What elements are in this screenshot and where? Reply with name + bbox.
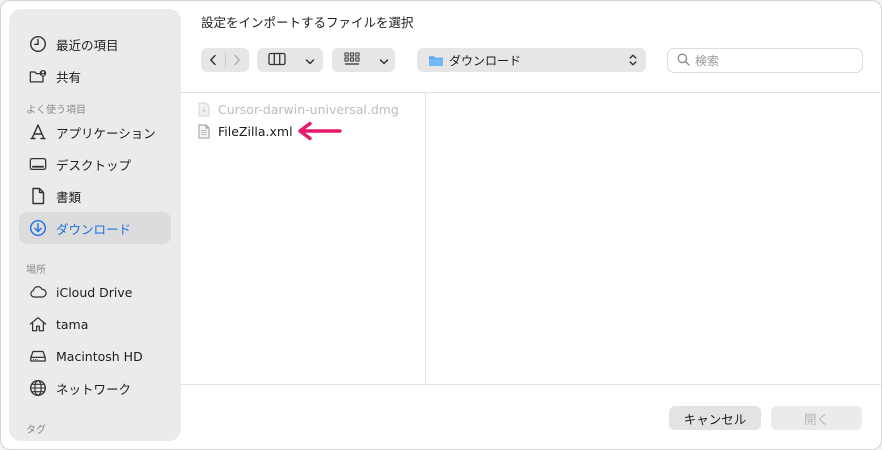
sidebar-item-home[interactable]: tama <box>19 308 171 340</box>
group-view-button[interactable] <box>332 48 395 72</box>
sidebar-item-downloads[interactable]: ダウンロード <box>19 212 171 244</box>
grid-view-icon <box>344 51 360 70</box>
tags-section-header: タグ <box>26 425 46 436</box>
location-label: ダウンロード <box>449 53 522 68</box>
back-button[interactable] <box>201 48 225 72</box>
nav-button-group <box>201 48 249 72</box>
chevron-right-icon <box>233 51 241 70</box>
column-view-icon <box>268 51 286 70</box>
location-popup[interactable]: ダウンロード <box>417 48 646 72</box>
annotation-arrow-icon <box>296 121 342 145</box>
sidebar-item-label: Macintosh HD <box>56 348 143 364</box>
sidebar: 最近の項目 共有 よく使う項目 アプリケーション デスクトップ 書類 ダウンロー… <box>9 9 181 441</box>
favorites-section-header: よく使う項目 <box>26 105 86 116</box>
sidebar-item-label: デスクトップ <box>56 157 132 173</box>
folder-icon <box>428 54 444 67</box>
sidebar-item-network[interactable]: ネットワーク <box>19 372 171 404</box>
sidebar-item-label: アプリケーション <box>56 125 156 141</box>
disk-image-icon <box>197 101 211 117</box>
sidebar-item-icloud-drive[interactable]: iCloud Drive <box>19 276 171 308</box>
file-name: FileZilla.xml <box>218 123 293 139</box>
search-field[interactable] <box>667 48 863 73</box>
sidebar-item-label: iCloud Drive <box>56 284 133 300</box>
file-row-disabled: Cursor-darwin-universal.dmg <box>197 99 399 119</box>
sidebar-item-label: 共有 <box>56 69 82 85</box>
column-view-button[interactable] <box>257 48 323 72</box>
globe-icon <box>29 379 47 397</box>
toolbar-divider <box>181 92 881 93</box>
column-divider <box>425 93 426 384</box>
shared-folder-icon <box>29 67 47 85</box>
footer-divider <box>181 384 881 385</box>
download-icon <box>29 219 47 237</box>
file-name: Cursor-darwin-universal.dmg <box>218 101 399 117</box>
chevron-down-icon <box>305 51 315 70</box>
chevron-down-icon <box>379 51 389 70</box>
sidebar-item-applications[interactable]: アプリケーション <box>19 116 171 148</box>
cloud-icon <box>29 283 47 301</box>
sidebar-item-recents[interactable]: 最近の項目 <box>19 28 171 60</box>
home-icon <box>29 315 47 333</box>
open-button[interactable]: 開く <box>771 406 862 430</box>
search-input[interactable] <box>695 53 855 68</box>
sidebar-item-desktop[interactable]: デスクトップ <box>19 148 171 180</box>
sidebar-item-label: 最近の項目 <box>56 37 119 53</box>
updown-chevron-icon <box>629 53 637 70</box>
sidebar-item-label: ダウンロード <box>56 221 132 237</box>
chevron-left-icon <box>209 51 217 70</box>
sidebar-item-macintosh-hd[interactable]: Macintosh HD <box>19 340 171 372</box>
locations-section-header: 場所 <box>26 265 46 276</box>
file-row[interactable]: FileZilla.xml <box>197 121 293 141</box>
desktop-icon <box>29 155 47 173</box>
dialog-title: 設定をインポートするファイルを選択 <box>201 15 414 30</box>
document-icon <box>29 187 47 205</box>
forward-button[interactable] <box>226 48 250 72</box>
xml-file-icon <box>197 123 211 139</box>
sidebar-item-label: 書類 <box>56 189 82 205</box>
sidebar-item-label: tama <box>56 316 89 332</box>
search-icon <box>677 51 690 70</box>
sidebar-item-shared[interactable]: 共有 <box>19 60 171 92</box>
file-open-dialog: 最近の項目 共有 よく使う項目 アプリケーション デスクトップ 書類 ダウンロー… <box>0 0 882 450</box>
applications-icon <box>29 123 47 141</box>
sidebar-item-label: ネットワーク <box>56 381 132 397</box>
drive-icon <box>29 347 47 365</box>
cancel-button[interactable]: キャンセル <box>669 406 761 430</box>
clock-icon <box>29 35 47 53</box>
sidebar-item-documents[interactable]: 書類 <box>19 180 171 212</box>
